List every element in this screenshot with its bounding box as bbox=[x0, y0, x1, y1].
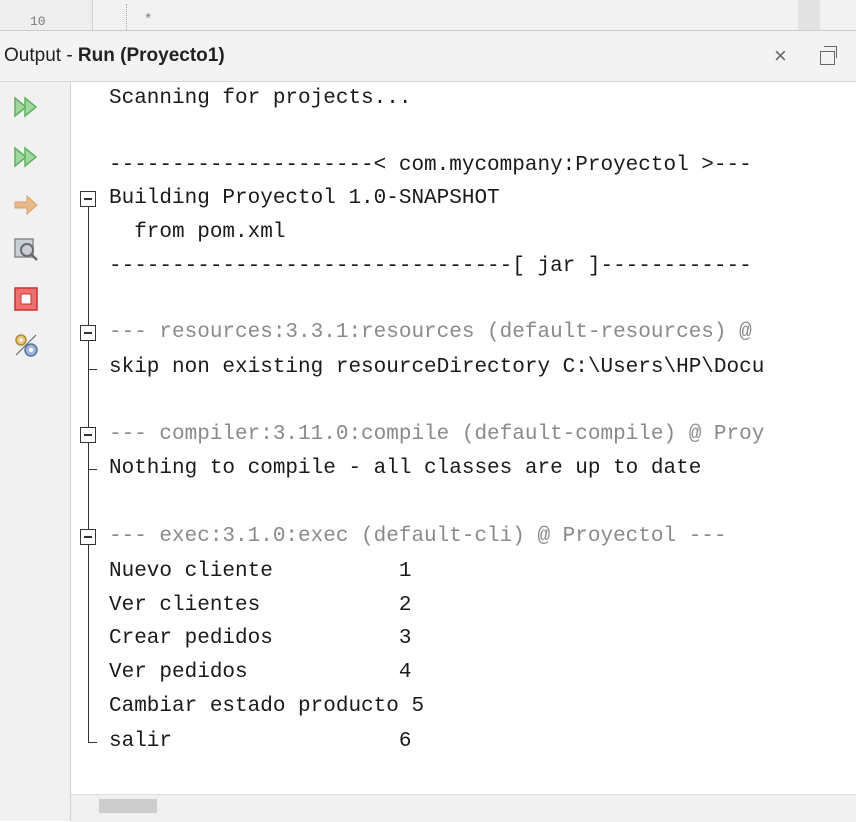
debug-button[interactable] bbox=[11, 234, 41, 264]
output-line: --- compiler:3.11.0:compile (default-com… bbox=[109, 423, 765, 446]
settings-button[interactable] bbox=[11, 330, 41, 360]
rerun-with-goals-button[interactable] bbox=[11, 142, 41, 172]
output-line: skip non existing resourceDirectory C:\U… bbox=[109, 356, 765, 379]
output-line: --- exec:3.1.0:exec (default-cli) @ Proy… bbox=[109, 525, 727, 548]
output-line: ---------------------< com.mycompany:Pro… bbox=[109, 154, 752, 177]
fold-toggle-resources[interactable] bbox=[80, 325, 96, 341]
resume-icon bbox=[14, 194, 38, 216]
indent-guide bbox=[126, 4, 127, 30]
stop-button[interactable] bbox=[11, 284, 41, 314]
output-line: --------------------------------[ jar ]-… bbox=[109, 255, 752, 278]
menu-option-line: salir 6 bbox=[109, 730, 412, 753]
fold-tree-tick bbox=[88, 742, 97, 743]
horizontal-scrollbar[interactable] bbox=[71, 794, 856, 822]
comment-star: * bbox=[144, 12, 153, 28]
fold-tree-tick bbox=[88, 469, 97, 470]
debug-icon bbox=[14, 238, 38, 261]
fold-tree-line bbox=[88, 674, 89, 742]
scrollbar-thumb[interactable] bbox=[99, 799, 157, 813]
output-tab-title[interactable]: Output - Run (Proyecto1) bbox=[4, 45, 225, 67]
menu-option-line: Crear pedidos 3 bbox=[109, 627, 412, 650]
output-line: Scanning for projects... bbox=[109, 87, 412, 110]
title-run-name: Run (Proyecto1) bbox=[77, 45, 225, 66]
menu-option-line: Ver clientes 2 bbox=[109, 594, 412, 617]
close-icon[interactable]: × bbox=[774, 43, 787, 69]
fold-tree-tick bbox=[88, 369, 97, 370]
output-titlebar: Output - Run (Proyecto1) × bbox=[0, 31, 856, 82]
output-toolbar bbox=[0, 82, 71, 821]
stop-icon bbox=[14, 287, 38, 311]
editor-scrollbar[interactable] bbox=[798, 0, 820, 30]
fold-toggle-compile[interactable] bbox=[80, 427, 96, 443]
menu-option-line: Ver pedidos 4 bbox=[109, 661, 412, 684]
output-console[interactable]: Scanning for projects... ---------------… bbox=[71, 82, 856, 794]
resume-button[interactable] bbox=[11, 190, 41, 220]
fold-toggle-build[interactable] bbox=[80, 191, 96, 207]
editor-gutter: 10 bbox=[0, 0, 93, 30]
rerun-with-goals-icon bbox=[14, 146, 38, 168]
editor-remnant: 10 * bbox=[0, 0, 856, 31]
output-line: Nothing to compile - all classes are up … bbox=[109, 457, 702, 480]
output-line: Building Proyectol 1.0-SNAPSHOT bbox=[109, 187, 500, 210]
menu-option-line: Cambiar estado producto 5 bbox=[109, 695, 425, 718]
fold-toggle-exec[interactable] bbox=[80, 529, 96, 545]
rerun-button[interactable] bbox=[11, 92, 41, 122]
line-number: 10 bbox=[30, 14, 46, 29]
rerun-icon bbox=[14, 96, 38, 118]
restore-window-icon[interactable] bbox=[820, 46, 837, 65]
output-line: from pom.xml bbox=[109, 221, 286, 244]
title-prefix: Output - bbox=[4, 45, 78, 66]
menu-option-line: Nuevo cliente 1 bbox=[109, 560, 412, 583]
settings-icon bbox=[15, 334, 38, 357]
output-line: --- resources:3.3.1:resources (default-r… bbox=[109, 321, 752, 344]
